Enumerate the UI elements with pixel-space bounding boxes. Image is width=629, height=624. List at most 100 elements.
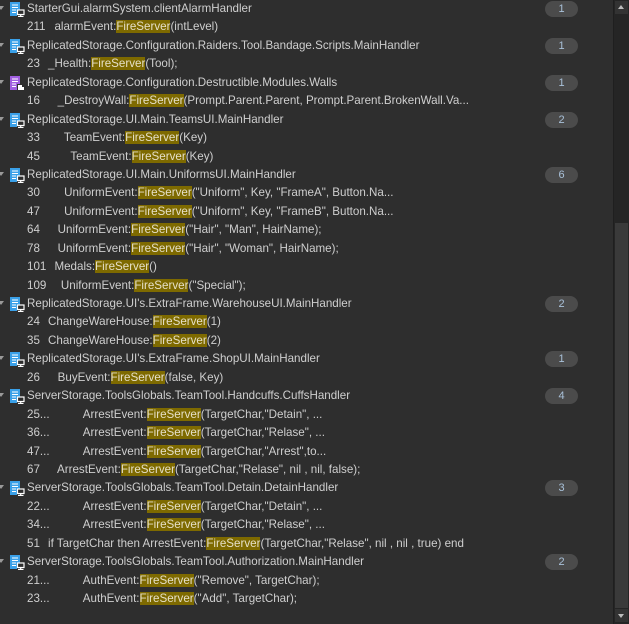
match-count-badge: 2 — [545, 554, 578, 571]
file-path: ServerStorage.ToolsGlobals.TeamTool.Deta… — [27, 481, 339, 495]
result-file-header[interactable]: ReplicatedStorage.UI's.ExtraFrame.ShopUI… — [0, 350, 614, 368]
code-before-match: UniformEvent: — [48, 223, 132, 237]
code-snippet: TeamEvent:FireServer(Key) — [48, 129, 207, 147]
collapse-chevron-icon[interactable] — [0, 116, 4, 121]
script-icon — [9, 351, 25, 368]
result-file-header[interactable]: ReplicatedStorage.UI's.ExtraFrame.Wareho… — [0, 295, 614, 313]
result-line[interactable]: 30 UniformEvent:FireServer("Uniform", Ke… — [0, 184, 614, 202]
script-icon — [9, 554, 25, 571]
result-file-header[interactable]: ReplicatedStorage.Configuration.Destruct… — [0, 74, 614, 92]
result-file-header[interactable]: ReplicatedStorage.Configuration.Raiders.… — [0, 37, 614, 55]
line-number: 51 — [27, 536, 40, 550]
result-line[interactable]: 67 ArrestEvent:FireServer(TargetChar,"Re… — [0, 461, 614, 479]
code-after-match: ("Uniform", Key, "FrameA", Button.Na... — [191, 186, 394, 200]
line-number: 78 — [27, 241, 40, 255]
match-highlight: FireServer — [131, 223, 186, 237]
code-before-match: ChangeWareHouse: — [48, 333, 153, 347]
result-line[interactable]: 64 UniformEvent:FireServer("Hair", "Man"… — [0, 221, 614, 239]
line-number: 35 — [27, 333, 40, 347]
result-line[interactable]: 51 if TargetChar then ArrestEvent:FireSer… — [0, 535, 614, 553]
result-line[interactable]: 47 UniformEvent:FireServer("Uniform", Ke… — [0, 203, 614, 221]
line-number: 21... — [27, 573, 50, 587]
scrollbar-thumb[interactable] — [615, 223, 628, 608]
result-line[interactable]: 22... ArrestEvent:FireServer(TargetChar,… — [0, 498, 614, 516]
result-line[interactable]: 21... AuthEvent:FireServer("Remove", Tar… — [0, 572, 614, 590]
result-file-header[interactable]: ServerStorage.ToolsGlobals.TeamTool.Auth… — [0, 553, 614, 571]
code-after-match: (TargetChar,"Relase", nil , nil, false); — [174, 462, 361, 476]
file-path: ReplicatedStorage.UI's.ExtraFrame.ShopUI… — [27, 352, 320, 366]
result-file-header[interactable]: StarterGui.alarmSystem.clientAlarmHandle… — [0, 0, 614, 18]
match-count-badge: 3 — [545, 480, 578, 497]
collapse-chevron-icon[interactable] — [0, 356, 4, 361]
match-highlight: FireServer — [152, 333, 207, 347]
match-highlight: FireServer — [139, 592, 194, 605]
collapse-chevron-icon[interactable] — [0, 301, 4, 305]
match-highlight: FireServer — [134, 278, 189, 292]
result-file-header[interactable]: ServerStorage.ToolsGlobals.TeamTool.Hand… — [0, 387, 614, 405]
code-snippet: Medals:FireServer() — [48, 258, 157, 276]
result-file-header[interactable]: ReplicatedStorage.UI.Main.UniformsUI.Mai… — [0, 166, 614, 184]
code-after-match: ("Special"); — [188, 278, 246, 292]
code-before-match: if TargetChar then ArrestEvent: — [48, 536, 207, 550]
code-snippet: if TargetChar then ArrestEvent:FireServe… — [48, 535, 464, 553]
result-line[interactable]: 36... ArrestEvent:FireServer(TargetChar,… — [0, 424, 614, 442]
result-line[interactable]: 26 BuyEvent:FireServer(false, Key) — [0, 369, 614, 387]
result-line[interactable]: 23 _Health:FireServer(Tool); — [0, 55, 614, 73]
result-line[interactable]: 23... AuthEvent:FireServer("Add", Target… — [0, 590, 614, 608]
code-after-match: (TargetChar,"Detain", ... — [200, 499, 323, 513]
code-after-match: ("Remove", TargetChar); — [193, 573, 320, 587]
match-highlight: FireServer — [152, 315, 207, 329]
collapse-chevron-icon[interactable] — [0, 393, 4, 398]
code-snippet: _Health:FireServer(Tool); — [48, 55, 178, 73]
line-number: 24 — [27, 315, 40, 329]
script-icon — [9, 38, 25, 54]
collapse-chevron-icon[interactable] — [0, 559, 4, 564]
code-before-match: UniformEvent: — [48, 186, 138, 200]
result-line[interactable]: 33 TeamEvent:FireServer(Key) — [0, 129, 614, 147]
match-highlight: FireServer — [146, 518, 201, 532]
match-highlight: FireServer — [116, 20, 171, 34]
scroll-down-arrow-icon[interactable] — [615, 609, 628, 622]
result-line[interactable]: 101 Medals:FireServer() — [0, 258, 614, 276]
code-after-match: ("Hair", "Woman", HairName); — [185, 241, 339, 255]
code-before-match: ArrestEvent: — [48, 518, 147, 532]
script-icon — [9, 167, 25, 184]
result-line[interactable]: 109 UniformEvent:FireServer("Special"); — [0, 277, 614, 295]
result-line[interactable]: 16 _DestroyWall:FireServer(Prompt.Parent… — [0, 92, 614, 110]
collapse-chevron-icon[interactable] — [0, 42, 4, 47]
match-highlight: FireServer — [129, 94, 184, 108]
result-line[interactable]: 35 ChangeWareHouse:FireServer(2) — [0, 332, 614, 350]
result-line[interactable]: 24 ChangeWareHouse:FireServer(1) — [0, 313, 614, 331]
result-line[interactable]: 34... ArrestEvent:FireServer(TargetChar,… — [0, 516, 614, 534]
file-path: ReplicatedStorage.UI.Main.TeamsUI.MainHa… — [27, 112, 284, 126]
result-line[interactable]: 211 alarmEvent:FireServer(intLevel) — [0, 18, 614, 36]
result-line[interactable]: 25... ArrestEvent:FireServer(TargetChar,… — [0, 406, 614, 424]
line-number: 109 — [27, 278, 47, 292]
collapse-chevron-icon[interactable] — [0, 485, 4, 490]
code-before-match: UniformEvent: — [48, 241, 132, 255]
file-path: ServerStorage.ToolsGlobals.TeamTool.Hand… — [27, 389, 351, 403]
code-snippet: ArrestEvent:FireServer(TargetChar,"Relas… — [48, 424, 325, 442]
collapse-chevron-icon[interactable] — [0, 79, 4, 84]
code-before-match: _Health: — [48, 57, 92, 71]
vertical-scrollbar[interactable] — [613, 0, 629, 624]
match-highlight: FireServer — [146, 407, 201, 421]
line-number: 33 — [27, 131, 40, 145]
scroll-up-arrow-icon[interactable] — [615, 1, 628, 14]
collapse-chevron-icon[interactable] — [0, 171, 4, 176]
result-file-header[interactable]: ReplicatedStorage.UI.Main.TeamsUI.MainHa… — [0, 111, 614, 129]
result-line[interactable]: 78 UniformEvent:FireServer("Hair", "Woma… — [0, 240, 614, 258]
result-line[interactable]: 47... ArrestEvent:FireServer(TargetChar,… — [0, 443, 614, 461]
file-path: StarterGui.alarmSystem.clientAlarmHandle… — [27, 2, 252, 15]
code-snippet: ChangeWareHouse:FireServer(1) — [48, 313, 221, 331]
result-line[interactable]: 45 TeamEvent:FireServer(Key) — [0, 148, 614, 166]
script-icon — [9, 112, 25, 128]
line-number: 22... — [27, 499, 50, 513]
line-number: 23... — [27, 592, 50, 605]
code-before-match: UniformEvent: — [48, 204, 138, 218]
script-icon — [9, 296, 25, 313]
result-file-header[interactable]: ServerStorage.ToolsGlobals.TeamTool.Deta… — [0, 479, 614, 497]
code-after-match: (Key) — [179, 131, 207, 145]
code-after-match: (TargetChar,"Relase", ... — [200, 518, 325, 532]
collapse-chevron-icon[interactable] — [0, 6, 4, 10]
